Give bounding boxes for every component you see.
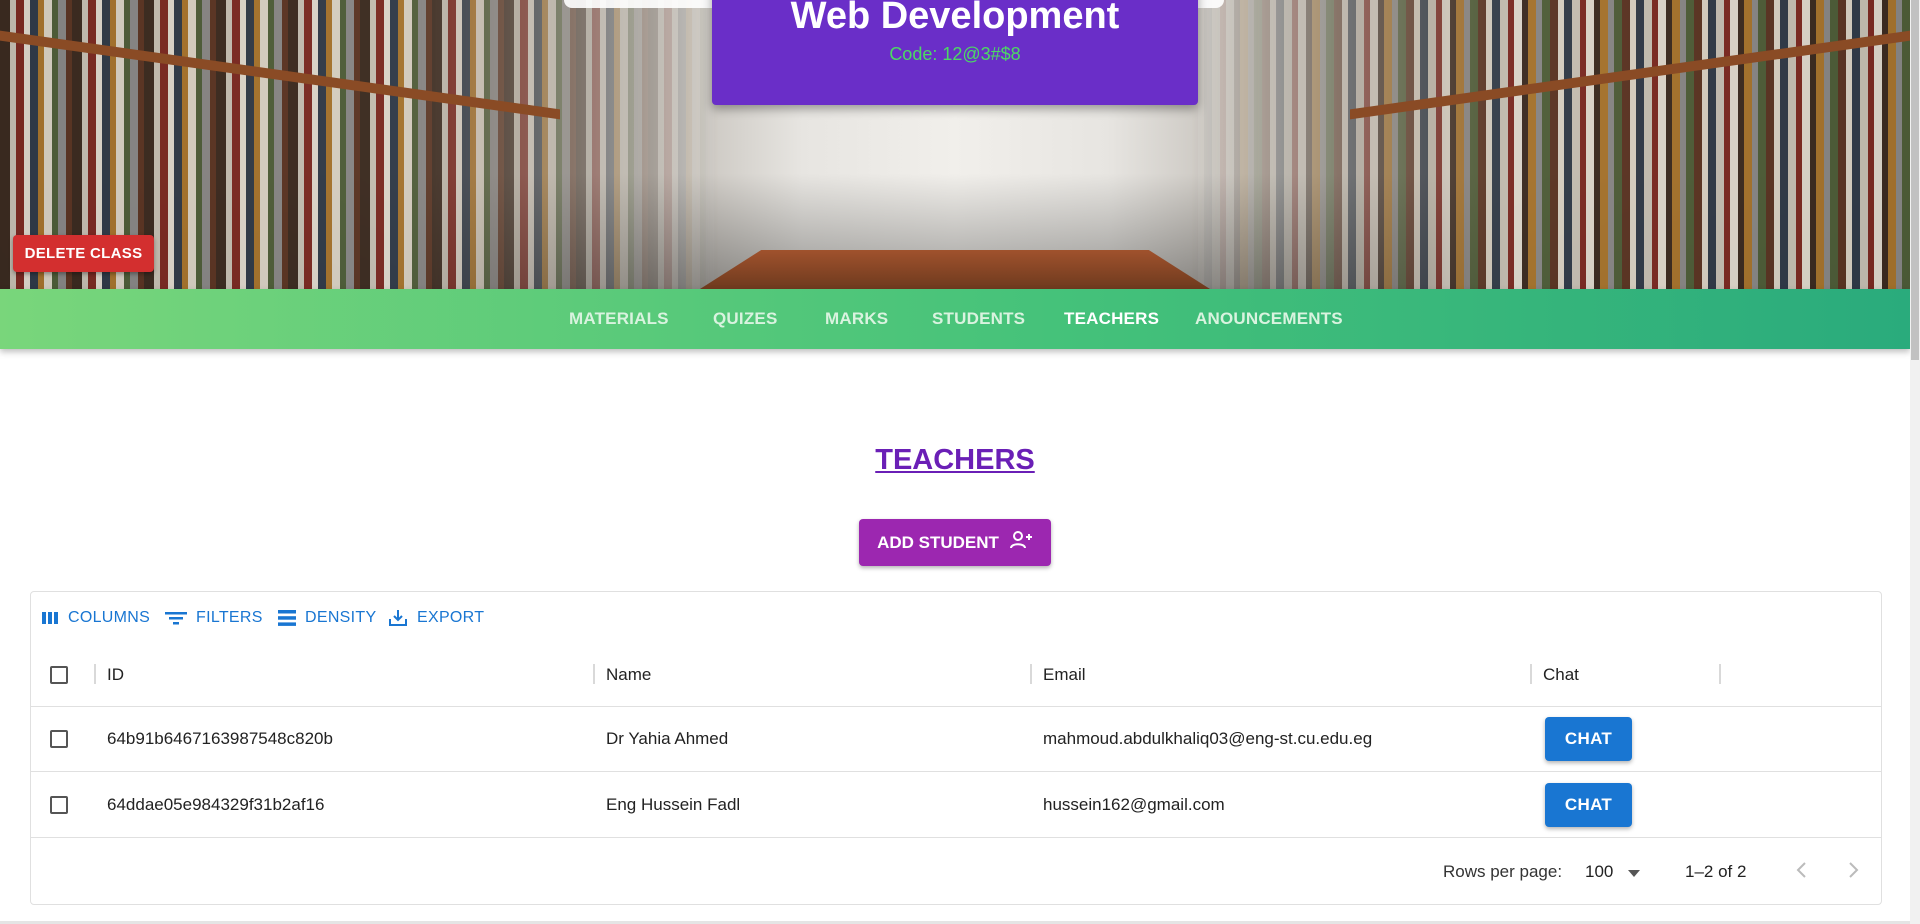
column-header-id[interactable]: ID xyxy=(107,644,124,706)
section-title: TEACHERS xyxy=(875,444,1035,476)
rows-per-page-value: 100 xyxy=(1585,862,1614,881)
table-row[interactable]: 64ddae05e984329f31b2af16 Eng Hussein Fad… xyxy=(31,772,1881,838)
filter-list-icon xyxy=(165,609,187,627)
class-title: Web Development xyxy=(790,0,1120,37)
tab-quizes[interactable]: QUIZES xyxy=(713,289,778,349)
cell-name: Dr Yahia Ahmed xyxy=(606,729,729,748)
class-tabs: MATERIALS QUIZES MARKS STUDENTS TEACHERS… xyxy=(0,289,1910,349)
cell-email: mahmoud.abdulkhaliq03@eng-st.cu.edu.eg xyxy=(1043,729,1373,748)
previous-page-icon[interactable] xyxy=(1795,860,1809,885)
filters-label: FILTERS xyxy=(196,609,263,626)
chat-button[interactable]: CHAT xyxy=(1545,717,1632,761)
next-page-icon[interactable] xyxy=(1846,860,1860,885)
density-button[interactable]: DENSITY xyxy=(278,604,376,632)
cell-chat: CHAT xyxy=(1545,772,1632,837)
add-student-label: ADD STUDENT xyxy=(877,532,999,552)
chat-button[interactable]: CHAT xyxy=(1545,782,1632,827)
density-label: DENSITY xyxy=(305,609,377,626)
class-banner: Web Development Code: 12@3#$8 DELETE CLA… xyxy=(0,0,1910,289)
download-icon xyxy=(388,608,408,628)
teachers-data-grid: COLUMNS FILTERS DENSITY EXPORT ID Name E… xyxy=(30,591,1882,905)
tab-anouncements[interactable]: ANOUNCEMENTS xyxy=(1195,289,1343,349)
page-scrollbar[interactable] xyxy=(1910,0,1920,924)
row-select-cell xyxy=(50,772,68,837)
row-select-cell xyxy=(50,707,68,771)
select-all-checkbox[interactable] xyxy=(50,666,68,684)
view-column-icon xyxy=(41,610,59,626)
column-separator[interactable] xyxy=(1030,664,1032,684)
person-add-icon xyxy=(1009,530,1033,555)
table-footer: Rows per page: 100 1–2 of 2 xyxy=(31,840,1881,904)
density-icon xyxy=(278,609,296,627)
columns-label: COLUMNS xyxy=(68,609,151,626)
columns-button[interactable]: COLUMNS xyxy=(41,604,150,632)
column-separator[interactable] xyxy=(1530,664,1532,684)
column-header-chat[interactable]: Chat xyxy=(1543,644,1579,706)
tab-students[interactable]: STUDENTS xyxy=(932,289,1025,349)
cell-name: Eng Hussein Fadl xyxy=(606,794,741,814)
column-separator[interactable] xyxy=(94,664,96,684)
export-button[interactable]: EXPORT xyxy=(388,604,484,632)
cell-email: hussein162@gmail.com xyxy=(1043,794,1225,814)
column-separator[interactable] xyxy=(593,664,595,684)
bookshelf-right-image xyxy=(1190,0,1910,289)
row-checkbox[interactable] xyxy=(50,795,68,814)
rows-per-page-select[interactable]: 100 xyxy=(1585,862,1641,883)
scrollbar-thumb[interactable] xyxy=(1911,0,1919,360)
column-separator[interactable] xyxy=(1719,664,1721,684)
tab-materials[interactable]: MATERIALS xyxy=(569,289,669,349)
class-info-card: Web Development Code: 12@3#$8 xyxy=(712,0,1198,105)
export-label: EXPORT xyxy=(417,609,485,626)
cell-chat: CHAT xyxy=(1545,707,1632,771)
aisle-floor xyxy=(700,250,1210,289)
table-row[interactable]: 64b91b6467163987548c820b Dr Yahia Ahmed … xyxy=(31,707,1881,772)
select-all-cell xyxy=(50,644,68,706)
table-header-row: ID Name Email Chat xyxy=(31,644,1881,707)
rows-per-page-label: Rows per page: xyxy=(1443,862,1563,881)
column-header-name[interactable]: Name xyxy=(606,644,651,706)
tab-marks[interactable]: MARKS xyxy=(825,289,888,349)
add-student-button[interactable]: ADD STUDENT xyxy=(859,519,1051,566)
tab-teachers[interactable]: TEACHERS xyxy=(1064,289,1159,349)
pagination-range: 1–2 of 2 xyxy=(1685,862,1747,881)
dropdown-arrow-icon xyxy=(1628,863,1641,883)
class-code: Code: 12@3#$8 xyxy=(889,44,1021,64)
row-checkbox[interactable] xyxy=(50,730,68,748)
column-header-email[interactable]: Email xyxy=(1043,644,1086,706)
filters-button[interactable]: FILTERS xyxy=(165,604,263,632)
delete-class-button[interactable]: DELETE CLASS xyxy=(13,235,154,272)
cell-id: 64ddae05e984329f31b2af16 xyxy=(107,794,325,814)
cell-id: 64b91b6467163987548c820b xyxy=(107,729,333,748)
